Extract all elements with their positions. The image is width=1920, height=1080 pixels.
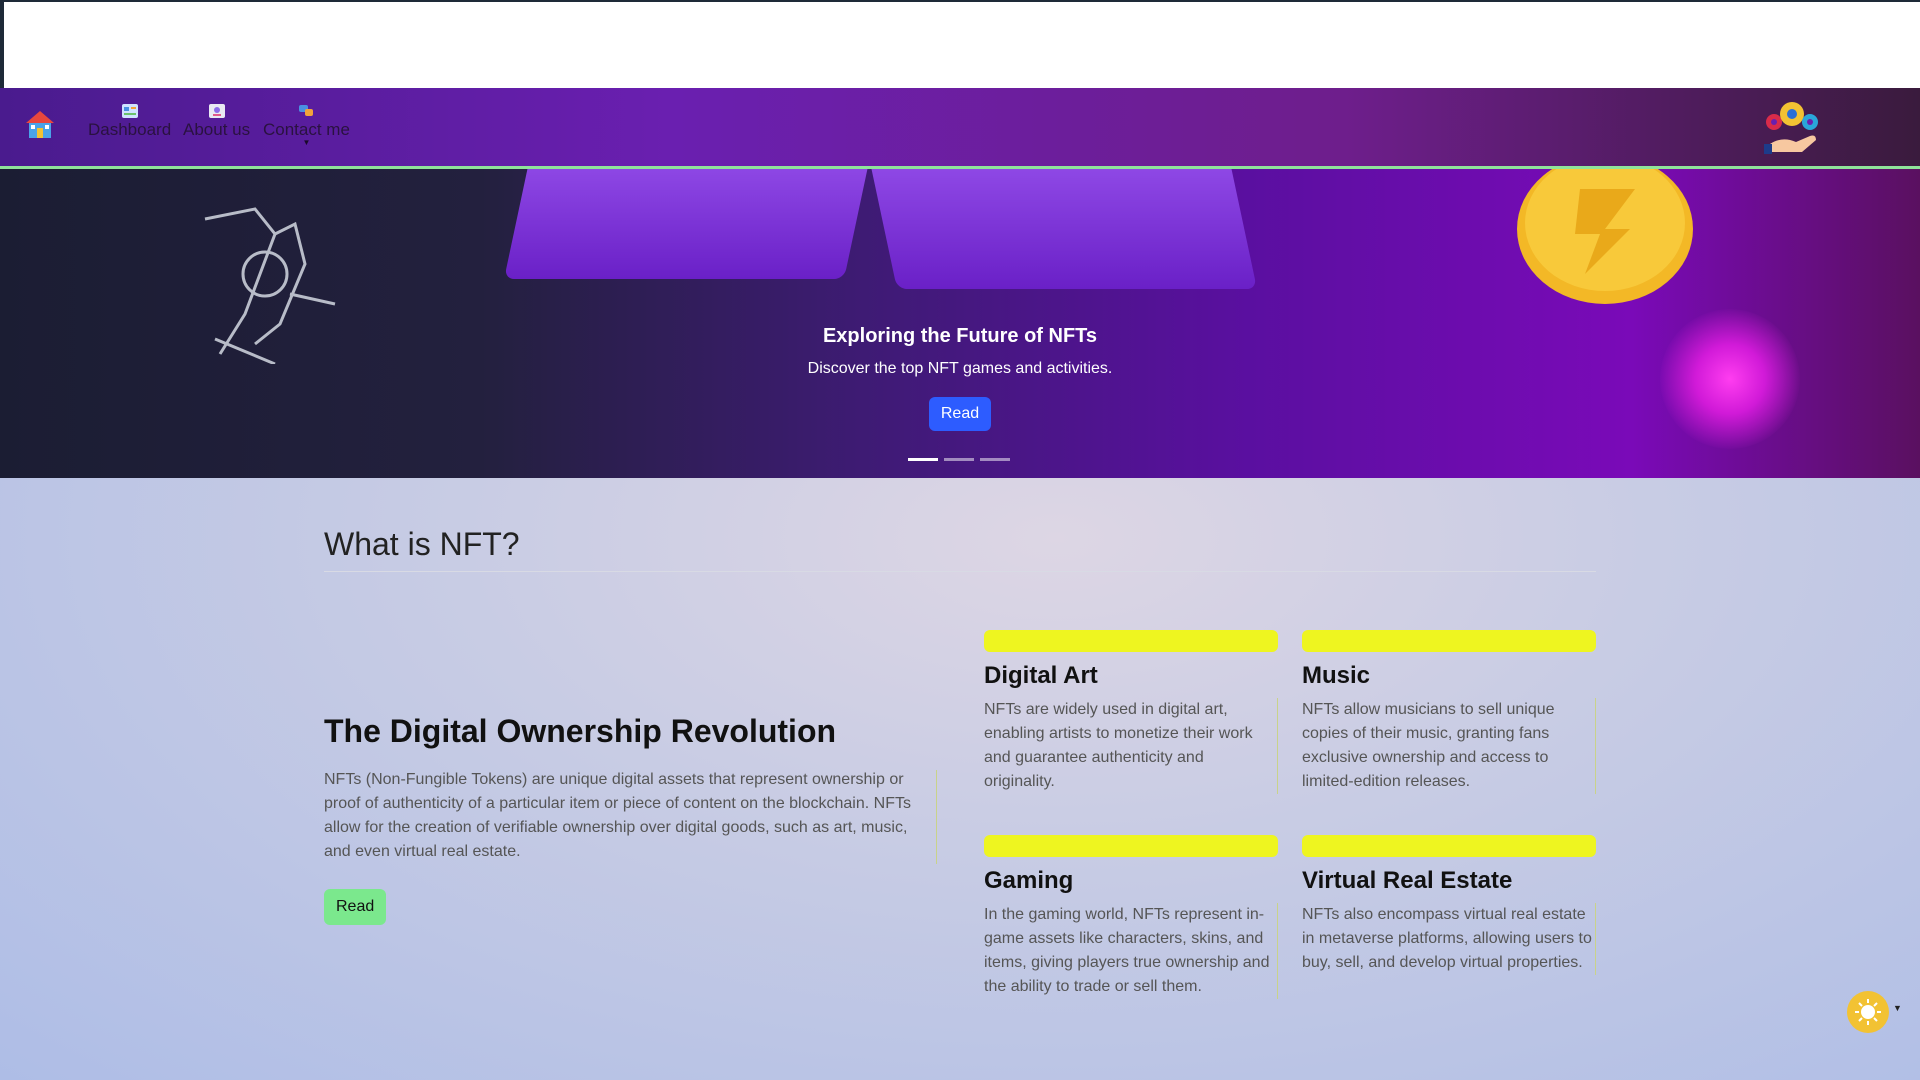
home-icon[interactable]	[24, 108, 56, 140]
carousel-indicator-1[interactable]	[908, 458, 938, 461]
hero-title: Exploring the Future of NFTs	[822, 325, 1098, 347]
card-title: Digital Art	[984, 662, 1098, 689]
carousel-indicator-3[interactable]	[980, 458, 1010, 461]
top-blank-area	[0, 0, 1920, 88]
card-divider	[1277, 903, 1278, 999]
card-accent-bar	[984, 835, 1278, 857]
about-icon	[208, 104, 225, 118]
nav-dashboard-label: Dashboard	[88, 120, 172, 139]
lead-read-button[interactable]: Read	[324, 889, 387, 925]
hero-carousel: Exploring the Future of NFTs Discover th…	[0, 169, 1920, 478]
hero-subtitle: Discover the top NFT games and activitie…	[807, 360, 1113, 377]
coin-icon	[1517, 169, 1693, 304]
hero-hexagon-left	[504, 169, 876, 279]
lead-text: NFTs (Non-Fungible Tokens) are unique di…	[324, 771, 911, 860]
card-title: Virtual Real Estate	[1302, 867, 1513, 894]
nav-about-us-label: About us	[183, 120, 251, 139]
hero-hexagon-right	[862, 169, 1258, 289]
card-title: Music	[1302, 662, 1371, 689]
card-accent-bar	[1302, 630, 1596, 652]
section-title: What is NFT?	[324, 526, 1596, 572]
hero-caption: Exploring the Future of NFTs Discover th…	[0, 325, 1920, 431]
chevron-down-icon: ▼	[302, 138, 311, 147]
card-text: NFTs allow musicians to sell unique copi…	[1302, 701, 1555, 790]
lead-divider	[936, 770, 937, 864]
nav-dashboard[interactable]: Dashboard	[88, 104, 171, 140]
card-text: NFTs also encompass virtual real estate …	[1302, 906, 1592, 971]
theme-caret-icon[interactable]: ▼	[1893, 1003, 1902, 1013]
lead-title: The Digital Ownership Revolution	[324, 713, 837, 749]
card-virtual-real-estate: Virtual Real Estate NFTs also encompass …	[1302, 835, 1596, 975]
card-text: In the gaming world, NFTs represent in-g…	[984, 906, 1270, 995]
nav-contact-me[interactable]: Contact me ▼	[263, 104, 350, 147]
what-is-nft-section: What is NFT? The Digital Ownership Revol…	[0, 478, 1920, 1080]
card-accent-bar	[984, 630, 1278, 652]
card-divider	[1595, 698, 1596, 794]
card-digital-art: Digital Art NFTs are widely used in digi…	[984, 630, 1278, 794]
card-text: NFTs are widely used in digital art, ena…	[984, 701, 1253, 790]
nav-about-us[interactable]: About us	[183, 104, 250, 140]
logo-gears-icon[interactable]	[1762, 100, 1822, 158]
carousel-indicators	[908, 448, 1016, 466]
dashboard-icon	[121, 104, 138, 118]
navbar: Dashboard About us Contact me ▼	[0, 88, 1920, 169]
contact-icon	[299, 105, 314, 116]
card-divider	[1595, 903, 1596, 975]
card-gaming: Gaming In the gaming world, NFTs represe…	[984, 835, 1278, 999]
hero-read-button[interactable]: Read	[928, 397, 992, 431]
nav-contact-me-label: Contact me	[263, 120, 350, 139]
card-title: Gaming	[984, 867, 1074, 894]
carousel-indicator-2[interactable]	[944, 458, 974, 461]
theme-toggle-button[interactable]	[1847, 991, 1889, 1033]
card-divider	[1277, 698, 1278, 794]
card-accent-bar	[1302, 835, 1596, 857]
card-music: Music NFTs allow musicians to sell uniqu…	[1302, 630, 1596, 794]
sun-icon	[1855, 999, 1881, 1025]
